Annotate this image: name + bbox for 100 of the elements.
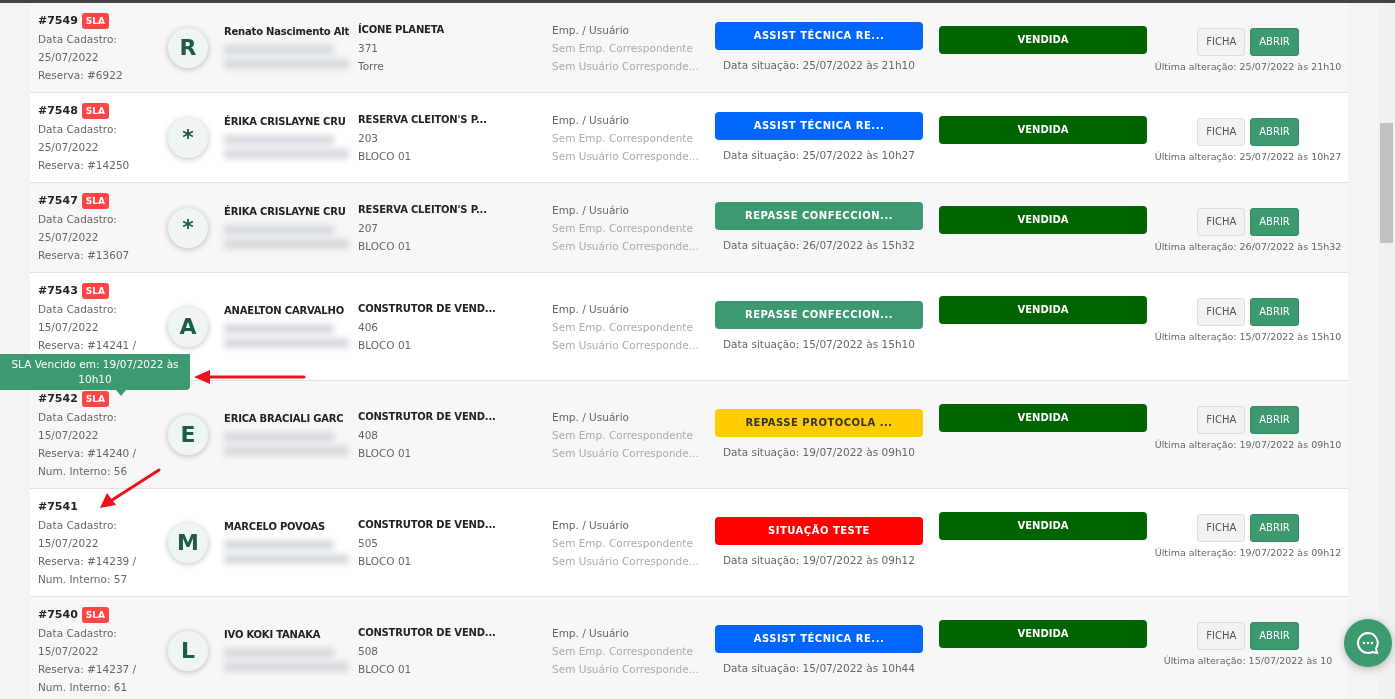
- status-button[interactable]: REPASSE CONFECCION...: [715, 201, 923, 230]
- status-button[interactable]: ASSIST TÉCNICA RE...: [715, 111, 923, 140]
- scrollbar-thumb[interactable]: [1380, 123, 1393, 243]
- last-change-text: Última alteração: 19/07/2022 às 09h12: [1153, 546, 1343, 560]
- emp-label: Emp. / Usuário: [552, 409, 630, 425]
- client-name: MARCELO POVOAS: [224, 519, 327, 534]
- open-button[interactable]: ABRIR: [1250, 406, 1299, 434]
- sla-badge: SLA: [81, 193, 110, 209]
- date-label: Data Cadastro:: [38, 122, 118, 137]
- open-button[interactable]: ABRIR: [1250, 622, 1299, 650]
- project-name: RESERVA CLEITON'S P...: [358, 112, 488, 127]
- unit-text: 408: [358, 427, 380, 443]
- block-text: Torre: [358, 58, 385, 74]
- ficha-button[interactable]: FICHA: [1197, 406, 1246, 434]
- client-name: ERICA BRACIALI GARC: [224, 411, 345, 426]
- user-text: Sem Usuário Corresponde...: [552, 58, 700, 74]
- sla-badge: SLA: [81, 103, 110, 119]
- date-text: 15/07/2022: [38, 536, 100, 551]
- ficha-button[interactable]: FICHA: [1197, 298, 1246, 326]
- client-name: ANAELTON CARVALHO: [224, 303, 345, 318]
- user-text: Sem Usuário Corresponde...: [552, 553, 700, 569]
- record-id: #7548: [38, 104, 78, 117]
- avatar-letter: *: [182, 218, 194, 237]
- ficha-button[interactable]: FICHA: [1197, 622, 1246, 650]
- sale-status-button[interactable]: VENDIDA: [939, 512, 1147, 540]
- emp-label: Emp. / Usuário: [552, 202, 630, 218]
- status-button[interactable]: SITUAÇÃO TESTE: [715, 516, 923, 545]
- open-button[interactable]: ABRIR: [1250, 208, 1299, 236]
- open-button[interactable]: ABRIR: [1250, 514, 1299, 542]
- date-label: Data Cadastro:: [38, 626, 118, 641]
- date-label: Data Cadastro:: [38, 302, 118, 317]
- block-text: BLOCO 01: [358, 445, 413, 461]
- sla-badge: SLA: [81, 607, 110, 623]
- user-text: Sem Usuário Corresponde...: [552, 238, 700, 254]
- emp-label: Emp. / Usuário: [552, 22, 630, 38]
- sale-status-button[interactable]: VENDIDA: [939, 296, 1147, 324]
- internal-number-text: Num. Interno: 56: [38, 464, 129, 479]
- client-name: IVO KOKI TANAKA: [224, 627, 322, 642]
- emp-text: Sem Emp. Correspondente: [552, 643, 694, 659]
- open-button[interactable]: ABRIR: [1250, 118, 1299, 146]
- reservation-text: Reserva: #14239 /: [38, 554, 138, 569]
- date-label: Data Cadastro:: [38, 212, 118, 227]
- reservation-text: Reserva: #14250: [38, 158, 131, 173]
- emp-text: Sem Emp. Correspondente: [552, 319, 694, 335]
- reservation-text: Reserva: #13607: [38, 248, 131, 263]
- open-button[interactable]: ABRIR: [1250, 28, 1299, 56]
- date-text: 25/07/2022: [38, 230, 100, 245]
- ficha-button[interactable]: FICHA: [1197, 28, 1246, 56]
- block-text: BLOCO 01: [358, 148, 413, 164]
- ficha-button[interactable]: FICHA: [1197, 514, 1246, 542]
- record-id: #7547: [38, 194, 78, 207]
- user-text: Sem Usuário Corresponde...: [552, 148, 700, 164]
- avatar-letter: E: [180, 425, 196, 444]
- block-text: BLOCO 01: [358, 661, 413, 677]
- sale-status-button[interactable]: VENDIDA: [939, 116, 1147, 144]
- sla-badge: SLA: [81, 13, 110, 29]
- project-name: RESERVA CLEITON'S P...: [358, 202, 488, 217]
- date-label: Data Cadastro:: [38, 518, 118, 533]
- last-change-text: Última alteração: 19/07/2022 às 09h10: [1153, 438, 1343, 452]
- status-button[interactable]: REPASSE CONFECCION...: [715, 300, 923, 329]
- reservation-text: Reserva: #14237 /: [38, 662, 138, 677]
- ficha-button[interactable]: FICHA: [1197, 208, 1246, 236]
- open-button[interactable]: ABRIR: [1250, 298, 1299, 326]
- status-button[interactable]: ASSIST TÉCNICA RE...: [715, 21, 923, 50]
- block-text: BLOCO 01: [358, 238, 413, 254]
- status-button[interactable]: ASSIST TÉCNICA RE...: [715, 624, 923, 653]
- project-name: CONSTRUTOR DE VEND...: [358, 409, 497, 424]
- sale-status-button[interactable]: VENDIDA: [939, 26, 1147, 54]
- status-button[interactable]: REPASSE PROTOCOLA ...: [715, 408, 923, 437]
- status-date: Data situação: 26/07/2022 às 15h32: [722, 237, 916, 253]
- emp-label: Emp. / Usuário: [552, 112, 630, 128]
- unit-text: 371: [358, 40, 380, 56]
- client-name: ÉRIKA CRISLAYNE CRU: [224, 204, 347, 219]
- date-label: Data Cadastro:: [38, 32, 118, 47]
- internal-number-text: Num. Interno: 61: [38, 680, 129, 695]
- reservation-text: Reserva: #14241 /: [38, 338, 138, 353]
- last-change-text: Última alteração: 25/07/2022 às 10h27: [1153, 150, 1343, 164]
- sale-status-button[interactable]: VENDIDA: [939, 620, 1147, 648]
- emp-text: Sem Emp. Correspondente: [552, 535, 694, 551]
- status-date: Data situação: 19/07/2022 às 09h10: [722, 444, 916, 460]
- ficha-button[interactable]: FICHA: [1197, 118, 1246, 146]
- unit-text: 406: [358, 319, 380, 335]
- avatar-letter: *: [182, 128, 194, 147]
- status-date: Data situação: 15/07/2022 às 10h44: [722, 660, 916, 676]
- emp-label: Emp. / Usuário: [552, 301, 630, 317]
- chat-icon: [1356, 631, 1380, 655]
- user-text: Sem Usuário Corresponde...: [552, 661, 700, 677]
- status-date: Data situação: 25/07/2022 às 21h10: [722, 57, 916, 73]
- project-name: CONSTRUTOR DE VEND...: [358, 301, 497, 316]
- project-name: CONSTRUTOR DE VEND...: [358, 517, 497, 532]
- date-text: 15/07/2022: [38, 428, 100, 443]
- sale-status-button[interactable]: VENDIDA: [939, 206, 1147, 234]
- block-text: BLOCO 01: [358, 337, 413, 353]
- last-change-text: Última alteração: 15/07/2022 às 15h10: [1153, 330, 1343, 344]
- emp-text: Sem Emp. Correspondente: [552, 130, 694, 146]
- sale-status-button[interactable]: VENDIDA: [939, 404, 1147, 432]
- last-change-text: Última alteração: 26/07/2022 às 15h32: [1153, 240, 1343, 254]
- date-text: 15/07/2022: [38, 320, 100, 335]
- emp-label: Emp. / Usuário: [552, 625, 630, 641]
- user-text: Sem Usuário Corresponde...: [552, 337, 700, 353]
